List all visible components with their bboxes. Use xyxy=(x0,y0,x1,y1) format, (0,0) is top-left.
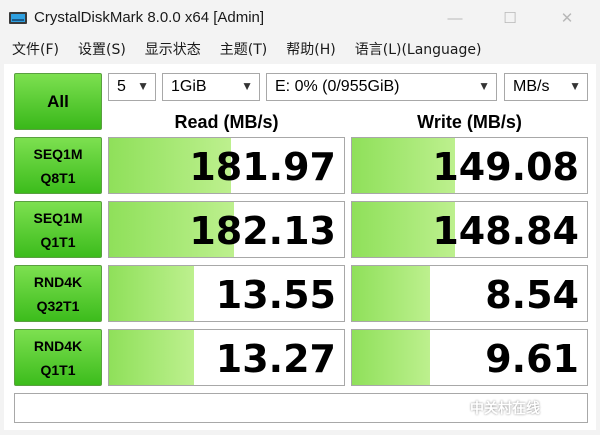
test-button-seq1m-q1t1[interactable]: SEQ1M Q1T1 xyxy=(14,201,102,258)
test-params: Q32T1 xyxy=(36,297,80,314)
menu-display-status[interactable]: 显示状态 xyxy=(145,39,201,59)
drive-select[interactable]: E: 0% (0/955GiB) ▼ xyxy=(266,73,497,101)
write-value: 9.61 xyxy=(485,337,579,381)
test-button-rnd4k-q32t1[interactable]: RND4K Q32T1 xyxy=(14,265,102,322)
window-title: CrystalDiskMark 8.0.0 x64 [Admin] xyxy=(34,9,265,26)
test-name: RND4K xyxy=(33,337,83,354)
read-result: 13.55 xyxy=(108,265,345,322)
write-value: 8.54 xyxy=(485,273,579,317)
close-button[interactable]: ✕ xyxy=(557,8,577,28)
read-result: 13.27 xyxy=(108,329,345,386)
write-result: 149.08 xyxy=(351,137,588,194)
watermark: 中关村在线 xyxy=(470,401,540,417)
read-value: 181.97 xyxy=(189,145,336,189)
write-bar xyxy=(352,266,430,321)
minimize-button[interactable]: — xyxy=(445,8,465,28)
read-value: 13.55 xyxy=(215,273,336,317)
write-value: 148.84 xyxy=(432,209,579,253)
write-bar xyxy=(352,330,430,385)
write-result: 9.61 xyxy=(351,329,588,386)
test-name: SEQ1M xyxy=(33,145,83,162)
read-value: 182.13 xyxy=(189,209,336,253)
menu-file[interactable]: 文件(F) xyxy=(12,39,59,59)
maximize-button[interactable]: ☐ xyxy=(500,8,520,28)
size-select[interactable]: 1GiB ▼ xyxy=(162,73,260,101)
test-button-seq1m-q8t1[interactable]: SEQ1M Q8T1 xyxy=(14,137,102,194)
test-params: Q1T1 xyxy=(40,361,76,378)
write-value: 149.08 xyxy=(432,145,579,189)
read-value: 13.27 xyxy=(215,337,336,381)
chevron-down-icon: ▼ xyxy=(241,79,253,93)
menu-bar: 文件(F) 设置(S) 显示状态 主题(T) 帮助(H) 语言(L)(Langu… xyxy=(0,36,600,62)
menu-settings[interactable]: 设置(S) xyxy=(78,39,126,59)
size-value: 1GiB xyxy=(171,78,207,95)
test-name: SEQ1M xyxy=(33,209,83,226)
app-icon xyxy=(9,12,27,24)
test-name: RND4K xyxy=(33,273,83,290)
chevron-down-icon: ▼ xyxy=(137,79,149,93)
test-params: Q8T1 xyxy=(40,169,76,186)
menu-language[interactable]: 语言(L)(Language) xyxy=(355,39,482,59)
read-header: Read (MB/s) xyxy=(174,112,279,132)
drive-value: E: 0% (0/955GiB) xyxy=(275,78,400,95)
write-result: 148.84 xyxy=(351,201,588,258)
run-all-button[interactable]: All xyxy=(14,73,102,130)
unit-select[interactable]: MB/s ▼ xyxy=(504,73,588,101)
count-select[interactable]: 5 ▼ xyxy=(108,73,156,101)
write-result: 8.54 xyxy=(351,265,588,322)
menu-theme[interactable]: 主题(T) xyxy=(220,39,267,59)
unit-value: MB/s xyxy=(513,78,550,95)
read-result: 181.97 xyxy=(108,137,345,194)
count-value: 5 xyxy=(117,78,126,95)
title-bar: CrystalDiskMark 8.0.0 x64 [Admin] — ☐ ✕ xyxy=(0,0,600,36)
test-button-rnd4k-q1t1[interactable]: RND4K Q1T1 xyxy=(14,329,102,386)
chevron-down-icon: ▼ xyxy=(569,79,581,93)
chevron-down-icon: ▼ xyxy=(478,79,490,93)
test-params: Q1T1 xyxy=(40,233,76,250)
read-result: 182.13 xyxy=(108,201,345,258)
read-bar xyxy=(109,266,194,321)
write-header: Write (MB/s) xyxy=(417,112,522,132)
menu-help[interactable]: 帮助(H) xyxy=(286,39,335,59)
read-bar xyxy=(109,330,194,385)
